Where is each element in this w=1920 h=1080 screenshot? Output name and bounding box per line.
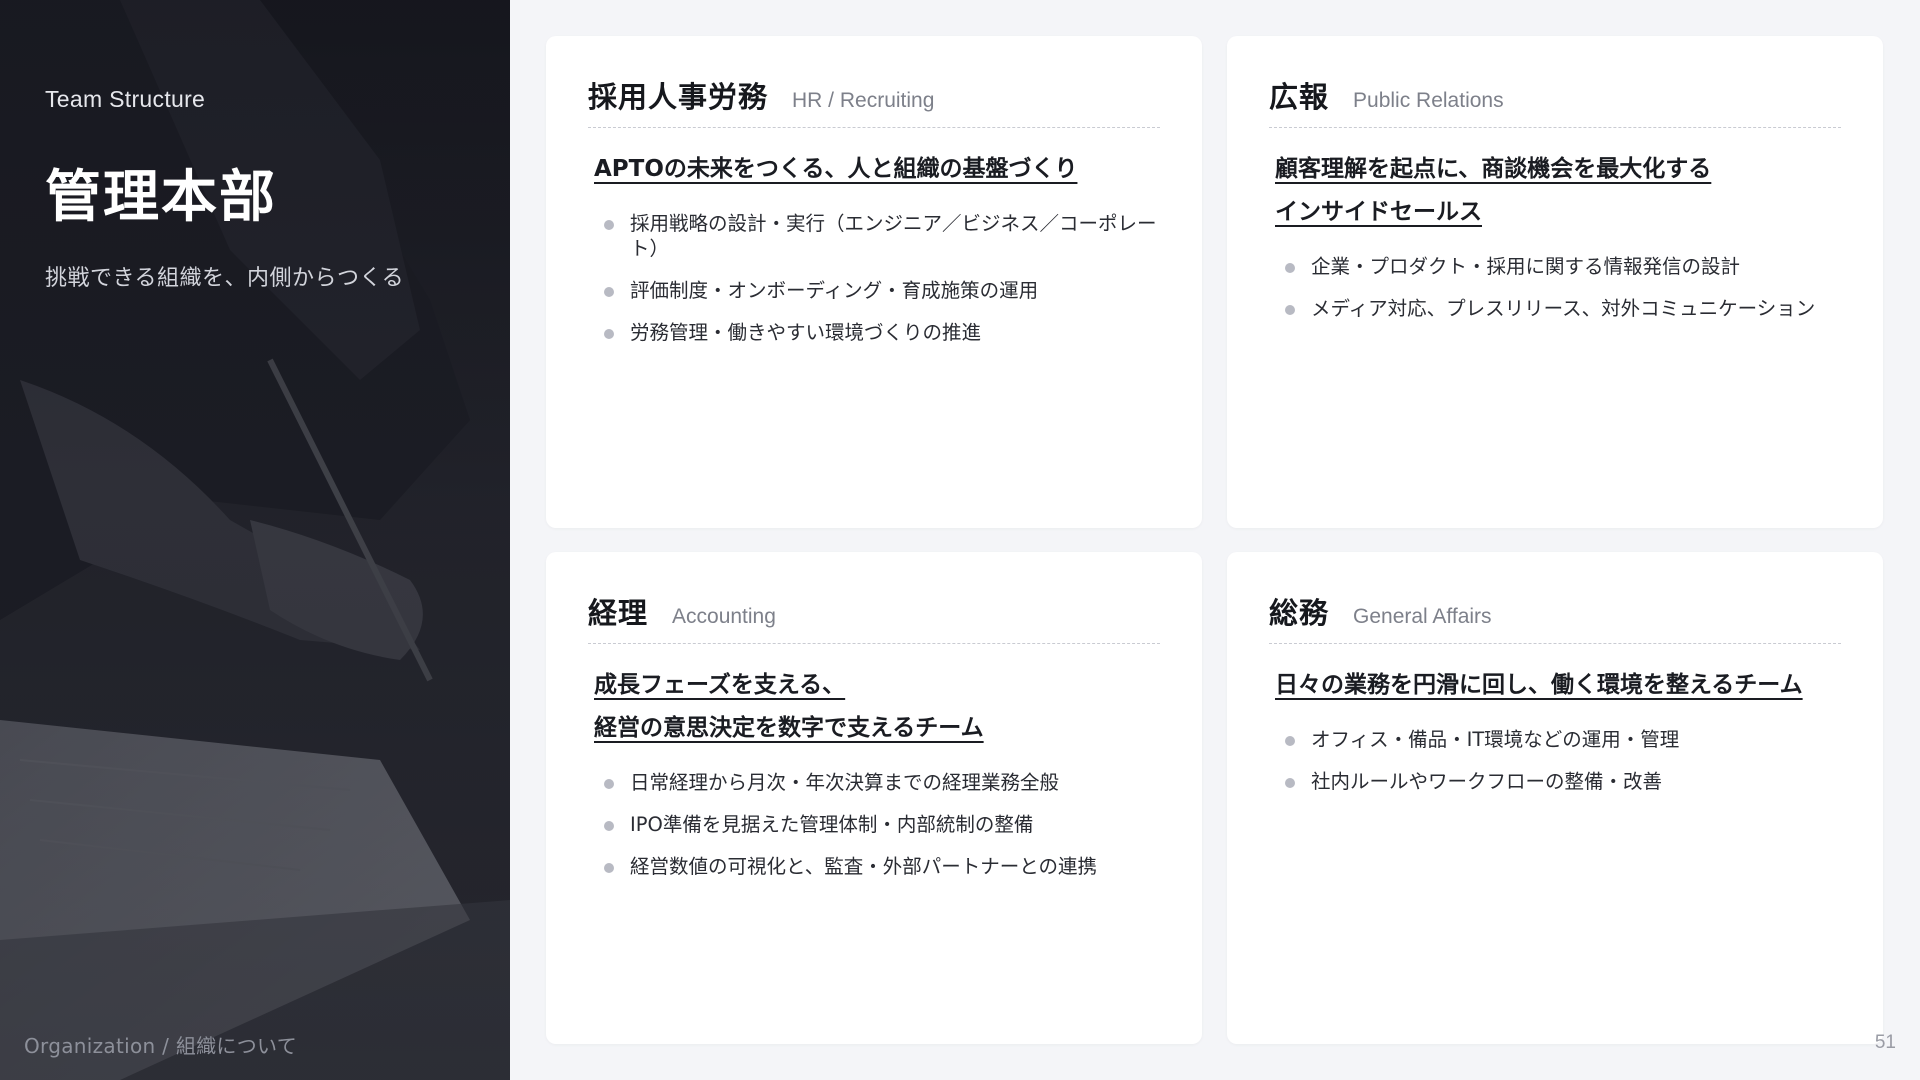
- card-list: 採用戦略の設計・実行（エンジニア／ビジネス／コーポレート） 評価制度・オンボーデ…: [604, 211, 1160, 345]
- section-label: Team Structure: [45, 86, 206, 112]
- card-subtitle: HR / Recruiting: [792, 89, 935, 112]
- card-subtitle: General Affairs: [1353, 605, 1492, 628]
- card-tagline-line: 成長フェーズを支える、: [594, 672, 846, 698]
- card-list: 日常経理から月次・年次決算までの経理業務全般 IPO準備を見据えた管理体制・内部…: [604, 770, 1160, 879]
- list-item: 労務管理・働きやすい環境づくりの推進: [604, 320, 1160, 345]
- list-item: 日常経理から月次・年次決算までの経理業務全般: [604, 770, 1160, 795]
- list-item-text: 経営数値の可視化と、監査・外部パートナーとの連携: [630, 855, 1098, 878]
- card-tagline: 成長フェーズを支える、 経営の意思決定を数字で支えるチーム: [594, 664, 1160, 750]
- list-item-text: メディア対応、プレスリリース、対外コミュニケーション: [1311, 297, 1816, 320]
- bullet-icon: [604, 821, 614, 831]
- card-tagline-line: インサイドセールス: [1275, 199, 1482, 225]
- bullet-icon: [604, 287, 614, 297]
- bullet-icon: [1285, 263, 1295, 273]
- footer-breadcrumb: Organization / 組織について: [24, 1034, 298, 1058]
- card-tagline-line: APTOの未来をつくる、人と組織の基盤づくり: [594, 156, 1078, 182]
- card-header: 採用人事労務 HR / Recruiting: [588, 74, 1160, 128]
- bullet-icon: [604, 779, 614, 789]
- card-list: オフィス・備品・IT環境などの運用・管理 社内ルールやワークフローの整備・改善: [1285, 727, 1841, 794]
- card-tagline: APTOの未来をつくる、人と組織の基盤づくり: [594, 148, 1160, 191]
- list-item-text: 採用戦略の設計・実行（エンジニア／ビジネス／コーポレート）: [630, 212, 1157, 260]
- card-title: 経理: [588, 596, 649, 630]
- list-item-text: IPO準備を見据えた管理体制・内部統制の整備: [630, 813, 1034, 836]
- department-tagline: 挑戦できる組織を、内側からつくる: [45, 266, 405, 291]
- card-pr: 広報 Public Relations 顧客理解を起点に、商談機会を最大化する …: [1227, 36, 1883, 528]
- bullet-icon: [1285, 305, 1295, 315]
- card-tagline: 日々の業務を円滑に回し、働く環境を整えるチーム: [1275, 664, 1841, 707]
- card-accounting: 経理 Accounting 成長フェーズを支える、 経営の意思決定を数字で支える…: [546, 552, 1202, 1044]
- list-item: 社内ルールやワークフローの整備・改善: [1285, 769, 1841, 794]
- list-item-text: 社内ルールやワークフローの整備・改善: [1311, 770, 1663, 793]
- card-subtitle: Public Relations: [1353, 89, 1504, 112]
- list-item-text: 労務管理・働きやすい環境づくりの推進: [630, 321, 982, 344]
- bullet-icon: [604, 220, 614, 230]
- card-title: 総務: [1269, 596, 1330, 630]
- list-item: 企業・プロダクト・採用に関する情報発信の設計: [1285, 254, 1841, 279]
- bullet-icon: [604, 863, 614, 873]
- card-tagline: 顧客理解を起点に、商談機会を最大化する インサイドセールス: [1275, 148, 1841, 234]
- list-item-text: オフィス・備品・IT環境などの運用・管理: [1311, 728, 1680, 751]
- card-list: 企業・プロダクト・採用に関する情報発信の設計 メディア対応、プレスリリース、対外…: [1285, 254, 1841, 321]
- list-item: IPO準備を見据えた管理体制・内部統制の整備: [604, 812, 1160, 837]
- card-subtitle: Accounting: [672, 605, 776, 628]
- list-item: オフィス・備品・IT環境などの運用・管理: [1285, 727, 1841, 752]
- bullet-icon: [1285, 736, 1295, 746]
- list-item-text: 評価制度・オンボーディング・育成施策の運用: [630, 279, 1039, 302]
- list-item: メディア対応、プレスリリース、対外コミュニケーション: [1285, 296, 1841, 321]
- card-tagline-line: 経営の意思決定を数字で支えるチーム: [594, 715, 984, 741]
- list-item: 経営数値の可視化と、監査・外部パートナーとの連携: [604, 854, 1160, 879]
- bullet-icon: [604, 329, 614, 339]
- page-number: 51: [1874, 1032, 1896, 1053]
- card-header: 経理 Accounting: [588, 590, 1160, 644]
- card-title: 広報: [1269, 80, 1330, 114]
- list-item-text: 企業・プロダクト・採用に関する情報発信の設計: [1311, 255, 1741, 278]
- page-title: 管理本部: [45, 165, 277, 230]
- card-header: 総務 General Affairs: [1269, 590, 1841, 644]
- card-general-affairs: 総務 General Affairs 日々の業務を円滑に回し、働く環境を整えるチ…: [1227, 552, 1883, 1044]
- card-tagline-line: 日々の業務を円滑に回し、働く環境を整えるチーム: [1275, 672, 1803, 698]
- card-tagline-line: 顧客理解を起点に、商談機会を最大化する: [1275, 156, 1712, 182]
- card-hr: 採用人事労務 HR / Recruiting APTOの未来をつくる、人と組織の…: [546, 36, 1202, 528]
- left-panel: Team Structure 管理本部 挑戦できる組織を、内側からつくる Org…: [0, 0, 510, 1080]
- list-item: 評価制度・オンボーディング・育成施策の運用: [604, 278, 1160, 303]
- list-item: 採用戦略の設計・実行（エンジニア／ビジネス／コーポレート）: [604, 211, 1160, 261]
- card-header: 広報 Public Relations: [1269, 74, 1841, 128]
- list-item-text: 日常経理から月次・年次決算までの経理業務全般: [630, 771, 1060, 794]
- bullet-icon: [1285, 778, 1295, 788]
- card-title: 採用人事労務: [588, 80, 769, 114]
